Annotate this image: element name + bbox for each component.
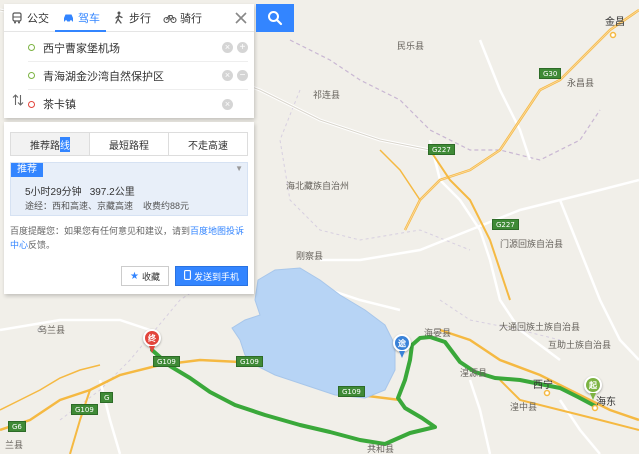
label-datong: 大通回族土族自治县 (499, 323, 581, 333)
via-marker-label: 途 (398, 338, 406, 348)
tab-recommended-label: 推荐路 (30, 140, 60, 152)
tab-drive[interactable]: 驾车 (55, 4, 106, 32)
start-field[interactable]: 西宁曹家堡机场 × + (28, 34, 248, 62)
search-icon (268, 11, 283, 26)
bus-icon (10, 11, 24, 25)
tab-no-highway[interactable]: 不走高速 (169, 133, 247, 155)
route-details: 途经：西和高速、京藏高速 收费约88元 (25, 199, 199, 212)
route-options-tabs: 推荐路线 最短路程 不走高速 (10, 132, 248, 156)
label-dulan: 兰县 (5, 441, 24, 451)
start-field-text: 西宁曹家堡机场 (43, 42, 120, 55)
label-menyuan: 门源回族自治县 (500, 240, 564, 250)
route-search-panel: 公交 驾车 步行 骑行 西宁曹家堡机场 × + 青海湖金沙湾自然保护区 × − … (4, 4, 254, 118)
tab-shortest[interactable]: 最短路程 (90, 133, 169, 155)
send-to-phone-label: 发送到手机 (193, 271, 239, 282)
favorite-label: 收藏 (141, 271, 160, 282)
road-g109-east: G109 (338, 386, 365, 397)
label-haibei: 海北藏族自治州 (286, 182, 350, 192)
route-stops: 西宁曹家堡机场 × + 青海湖金沙湾自然保护区 × − 茶卡镇 × (4, 32, 254, 118)
car-icon (61, 11, 75, 25)
label-huzhu: 互助土族自治县 (548, 341, 612, 351)
start-marker[interactable]: 起 (584, 376, 602, 400)
via-dot-icon (28, 72, 35, 79)
tab-bus-label: 公交 (27, 12, 49, 25)
road-g109-far: G109 (71, 404, 98, 415)
send-to-phone-button[interactable]: 发送到手机 (174, 266, 248, 286)
tab-recommended-highlight: 线 (60, 136, 70, 152)
tab-walk[interactable]: 步行 (106, 4, 157, 32)
end-field-text: 茶卡镇 (43, 99, 76, 111)
chevron-down-icon[interactable]: ▼ (235, 164, 243, 173)
route-toll: 收费约88元 (143, 201, 190, 211)
end-marker[interactable]: 终 (143, 329, 161, 353)
favorite-button[interactable]: ★ 收藏 (121, 266, 169, 286)
label-minle: 民乐县 (397, 42, 425, 52)
clear-via-icon[interactable]: × (222, 70, 233, 81)
label-xining: 西宁 (533, 380, 553, 391)
phone-icon (184, 270, 191, 282)
road-g109-mid: G109 (236, 356, 263, 367)
route-results-panel: 推荐路线 最短路程 不走高速 推荐 ▼ 5小时29分钟 397.2公里 途经：西和… (4, 122, 254, 294)
start-marker-label: 起 (589, 380, 597, 390)
notice-text-end: 反馈。 (28, 240, 56, 250)
tab-bike-label: 骑行 (180, 12, 202, 25)
end-field[interactable]: 茶卡镇 × (28, 90, 248, 118)
end-dot-icon (28, 100, 35, 108)
swap-icon[interactable] (12, 94, 24, 109)
route-card[interactable]: 推荐 ▼ 5小时29分钟 397.2公里 途经：西和高速、京藏高速 收费约88元 (10, 162, 248, 216)
label-yongchang: 永昌县 (567, 79, 595, 89)
remove-stop-icon[interactable]: − (237, 70, 248, 81)
tab-drive-label: 驾车 (78, 12, 100, 25)
route-distance: 397.2公里 (89, 187, 135, 198)
via-field-text: 青海湖金沙湾自然保护区 (43, 70, 164, 83)
road-g30: G30 (539, 68, 562, 79)
clear-start-icon[interactable]: × (222, 42, 233, 53)
label-huangzhong: 湟中县 (510, 403, 538, 413)
star-icon: ★ (130, 270, 139, 282)
via-marker[interactable]: 途 (393, 334, 411, 358)
road-g6: G6 (8, 421, 26, 432)
tab-walk-label: 步行 (129, 12, 151, 25)
road-g227-north: G227 (428, 144, 455, 155)
add-stop-icon[interactable]: + (237, 42, 248, 53)
tab-recommended[interactable]: 推荐路线 (11, 133, 90, 155)
route-summary: 5小时29分钟 397.2公里 (25, 183, 143, 198)
recommended-badge: 推荐 (11, 163, 43, 177)
label-wulan: 乌兰县 (38, 326, 66, 336)
label-gangcha: 刚察县 (296, 252, 324, 262)
bike-icon (163, 11, 177, 25)
notice-text: 百度提醒您：如果您有任何意见和建议，请到 (10, 226, 191, 236)
tab-no-highway-label: 不走高速 (188, 140, 228, 152)
transport-mode-tabs: 公交 驾车 步行 骑行 (4, 4, 254, 32)
road-g: G (100, 392, 114, 403)
tab-shortest-label: 最短路程 (109, 140, 149, 152)
route-via: 途经：西和高速、京藏高速 (25, 201, 134, 211)
tab-bike[interactable]: 骑行 (157, 4, 208, 32)
label-qilian: 祁连县 (313, 91, 341, 101)
clear-end-icon[interactable]: × (222, 98, 233, 110)
route-actions: ★ 收藏 发送到手机 (10, 266, 248, 286)
walk-icon (112, 11, 126, 25)
close-icon[interactable] (234, 11, 248, 25)
label-ledu: 海东 (596, 397, 616, 408)
label-haiyan: 海晏县 (424, 329, 452, 339)
route-duration: 5小时29分钟 (25, 187, 82, 198)
label-gonghe: 共和县 (367, 445, 395, 454)
search-button[interactable] (256, 4, 294, 32)
feedback-notice: 百度提醒您：如果您有任何意见和建议，请到百度地图投诉中心反馈。 (10, 224, 246, 252)
tab-bus[interactable]: 公交 (4, 4, 55, 32)
road-g227-south: G227 (492, 219, 519, 230)
start-dot-icon (28, 44, 35, 51)
road-g109-west: G109 (153, 356, 180, 367)
label-jinchang: 金昌 (605, 17, 625, 28)
via-field[interactable]: 青海湖金沙湾自然保护区 × − (28, 62, 248, 90)
end-marker-label: 终 (148, 333, 156, 343)
label-huangyuan: 湟源县 (460, 369, 488, 379)
